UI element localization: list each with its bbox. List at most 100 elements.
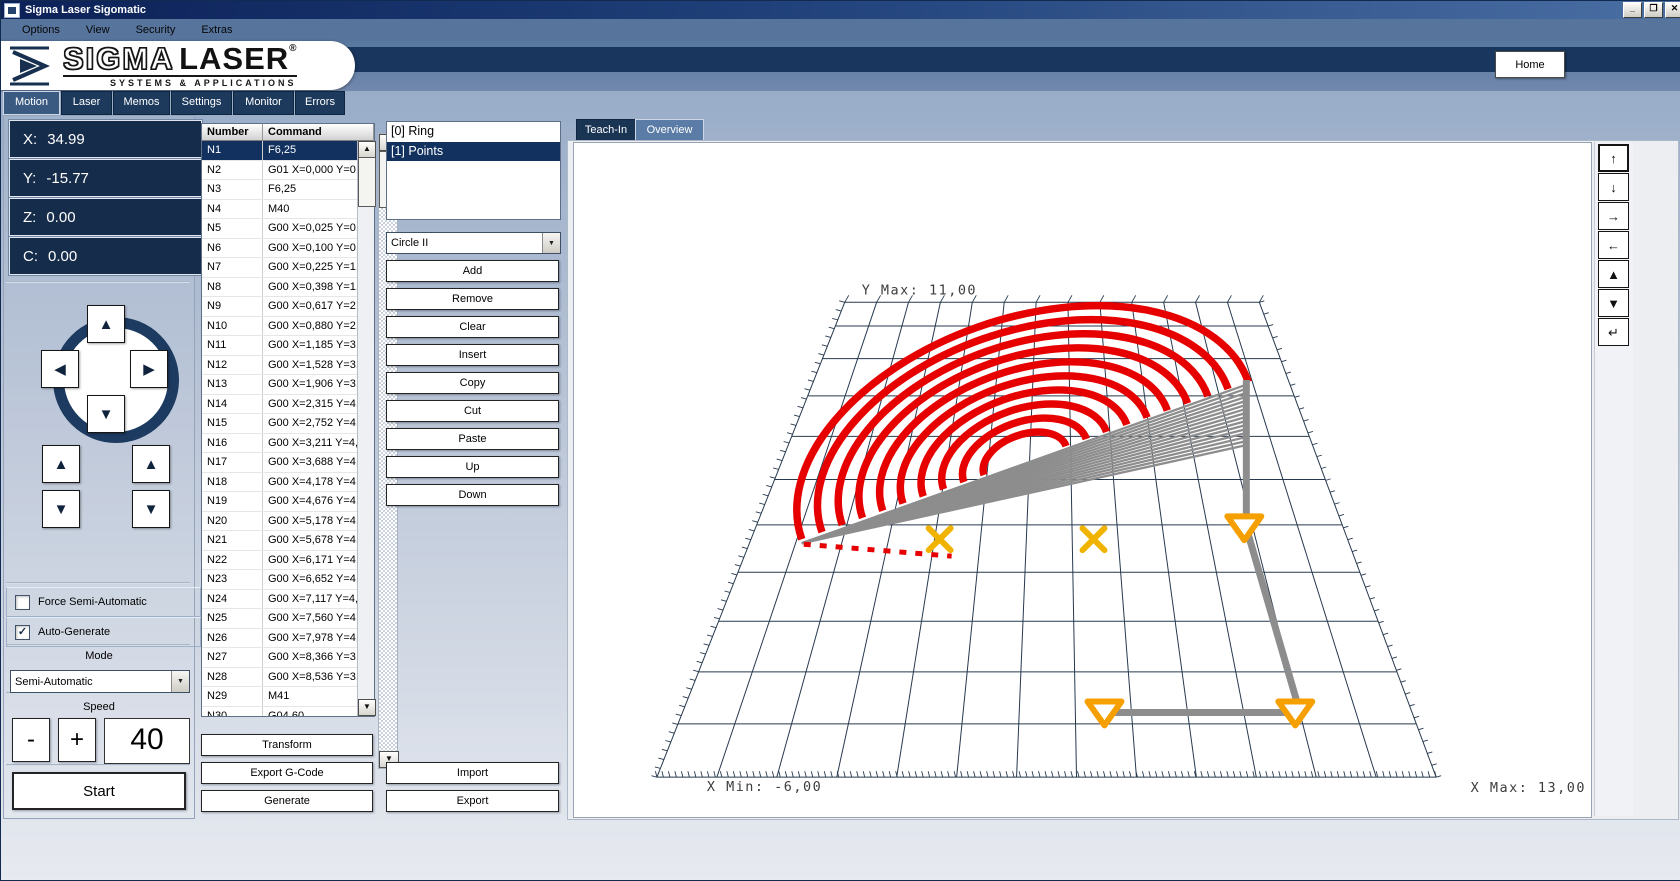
- table-row[interactable]: N30G04 60: [202, 707, 358, 717]
- table-row[interactable]: N4M40: [202, 200, 358, 220]
- column-header-number[interactable]: Number: [202, 124, 263, 141]
- table-row[interactable]: N1F6,25: [202, 141, 358, 161]
- minimize-button[interactable]: _: [1623, 2, 1642, 18]
- table-row[interactable]: N8G00 X=0,398 Y=1,9...: [202, 278, 358, 298]
- table-row[interactable]: N10G00 X=0,880 Y=2,8...: [202, 317, 358, 337]
- table-row[interactable]: N23G00 X=6,652 Y=4,7...: [202, 570, 358, 590]
- transform-button[interactable]: Transform: [201, 734, 373, 756]
- table-row[interactable]: N16G00 X=3,211 Y=4,6...: [202, 434, 358, 454]
- table-row[interactable]: N29M41: [202, 687, 358, 707]
- table-row[interactable]: N3F6,25: [202, 180, 358, 200]
- arrow-right-button[interactable]: →: [1598, 202, 1629, 230]
- menu-options[interactable]: Options: [9, 21, 73, 39]
- gcode-scrollbar[interactable]: ▲ ▼: [357, 141, 374, 716]
- copy-button[interactable]: Copy: [386, 372, 559, 394]
- close-button[interactable]: ✕: [1665, 2, 1680, 18]
- table-row[interactable]: N20G00 X=5,178 Y=4,9...: [202, 512, 358, 532]
- speed-increase-button[interactable]: +: [58, 718, 96, 762]
- start-button[interactable]: Start: [12, 772, 186, 810]
- arrow-left-button[interactable]: ←: [1598, 231, 1629, 259]
- clear-button[interactable]: Clear: [386, 316, 559, 338]
- menu-security[interactable]: Security: [123, 21, 189, 39]
- cell-command: G00 X=5,178 Y=4,9...: [263, 512, 358, 531]
- home-button[interactable]: Home: [1495, 51, 1565, 78]
- add-button[interactable]: Add: [386, 260, 559, 282]
- table-row[interactable]: N7G00 X=0,225 Y=1,4...: [202, 258, 358, 278]
- insert-button[interactable]: Insert: [386, 344, 559, 366]
- table-row[interactable]: N15G00 X=2,752 Y=4,4...: [202, 414, 358, 434]
- table-row[interactable]: N25G00 X=7,560 Y=4,2...: [202, 609, 358, 629]
- axis-c-down-button[interactable]: ▼: [132, 490, 170, 528]
- table-row[interactable]: N2G01 X=0,000 Y=0,0...: [202, 161, 358, 181]
- menu-view[interactable]: View: [73, 21, 123, 39]
- speed-decrease-button[interactable]: -: [12, 718, 50, 762]
- table-row[interactable]: N19G00 X=4,676 Y=4,9...: [202, 492, 358, 512]
- cut-button[interactable]: Cut: [386, 400, 559, 422]
- teachin-canvas[interactable]: Y Max: 11,00X Min: -6,00X Max: 13,00: [573, 142, 1592, 818]
- jog-left-button[interactable]: ◀: [41, 350, 79, 388]
- dropdown-arrow-icon[interactable]: ▼: [171, 671, 189, 692]
- jog-right-button[interactable]: ▶: [130, 350, 168, 388]
- viewport-tab-teach-in[interactable]: Teach-In: [576, 119, 636, 142]
- tab-memos[interactable]: Memos: [113, 91, 170, 115]
- arrow-up-button[interactable]: ↑: [1598, 144, 1629, 172]
- list-item[interactable]: [1] Points: [387, 142, 560, 162]
- triangle-up-button[interactable]: ▲: [1598, 260, 1629, 288]
- mode-select[interactable]: Semi-Automatic ▼: [10, 670, 190, 693]
- dropdown-arrow-icon[interactable]: ▼: [542, 233, 560, 253]
- export-g-code-button[interactable]: Export G-Code: [201, 762, 373, 784]
- force-semi-automatic-checkbox[interactable]: [15, 595, 30, 610]
- axis-z-down-button[interactable]: ▼: [42, 490, 80, 528]
- table-row[interactable]: N17G00 X=3,688 Y=4,8...: [202, 453, 358, 473]
- export-button[interactable]: Export: [386, 790, 559, 812]
- panel-scrollbar[interactable]: ▲ ▼: [378, 133, 398, 769]
- scroll-down-icon[interactable]: ▼: [358, 699, 376, 716]
- table-row[interactable]: N27G00 X=8,366 Y=3,6...: [202, 648, 358, 668]
- table-row[interactable]: N13G00 X=1,906 Y=3,9...: [202, 375, 358, 395]
- main-tab-bar: MotionLaserMemosSettingsMonitorErrors: [3, 91, 345, 113]
- generate-button[interactable]: Generate: [201, 790, 373, 812]
- menu-extras[interactable]: Extras: [188, 21, 245, 39]
- cell-command: G00 X=1,906 Y=3,9...: [263, 375, 358, 394]
- table-row[interactable]: N24G00 X=7,117 Y=4,5...: [202, 590, 358, 610]
- tab-motion[interactable]: Motion: [3, 91, 60, 115]
- auto-generate-checkbox[interactable]: ✓: [15, 625, 30, 640]
- jog-down-button[interactable]: ▼: [87, 395, 125, 433]
- down-button[interactable]: Down: [386, 484, 559, 506]
- table-row[interactable]: N21G00 X=5,678 Y=4,9...: [202, 531, 358, 551]
- tab-settings[interactable]: Settings: [171, 91, 232, 115]
- up-button[interactable]: Up: [386, 456, 559, 478]
- shape-select[interactable]: Circle II ▼: [386, 232, 561, 254]
- table-row[interactable]: N9G00 X=0,617 Y=2,4...: [202, 297, 358, 317]
- table-row[interactable]: N18G00 X=4,178 Y=4,9...: [202, 473, 358, 493]
- jog-up-button[interactable]: ▲: [87, 305, 125, 343]
- table-row[interactable]: N12G00 X=1,528 Y=3,5...: [202, 356, 358, 376]
- paste-button[interactable]: Paste: [386, 428, 559, 450]
- tab-errors[interactable]: Errors: [295, 91, 345, 115]
- scroll-up-icon[interactable]: ▲: [358, 141, 376, 158]
- import-button[interactable]: Import: [386, 762, 559, 784]
- table-row[interactable]: N28G00 X=8,536 Y=3,5...: [202, 668, 358, 688]
- enter-button[interactable]: ↵: [1598, 318, 1629, 346]
- triangle-down-button[interactable]: ▼: [1598, 289, 1629, 317]
- axis-c-up-button[interactable]: ▲: [132, 445, 170, 483]
- tab-monitor[interactable]: Monitor: [233, 91, 294, 115]
- scrollbar-thumb[interactable]: [358, 157, 376, 207]
- table-row[interactable]: N5G00 X=0,025 Y=0,5...: [202, 219, 358, 239]
- cell-command: G00 X=0,617 Y=2,4...: [263, 297, 358, 316]
- table-row[interactable]: N14G00 X=2,315 Y=4,2...: [202, 395, 358, 415]
- column-header-command[interactable]: Command: [263, 124, 374, 141]
- list-item[interactable]: [0] Ring: [387, 122, 560, 142]
- table-row[interactable]: N26G00 X=7,978 Y=4,0...: [202, 629, 358, 649]
- axis-z-up-button[interactable]: ▲: [42, 445, 80, 483]
- tab-laser[interactable]: Laser: [61, 91, 112, 115]
- viewport-tab-overview[interactable]: Overview: [635, 119, 704, 142]
- restore-button[interactable]: ❐: [1644, 2, 1663, 18]
- shape-value: Circle II: [387, 237, 542, 249]
- mode-label: Mode: [4, 650, 194, 662]
- remove-button[interactable]: Remove: [386, 288, 559, 310]
- table-row[interactable]: N22G00 X=6,171 Y=4,8...: [202, 551, 358, 571]
- table-row[interactable]: N11G00 X=1,185 Y=3,2...: [202, 336, 358, 356]
- table-row[interactable]: N6G00 X=0,100 Y=0,9...: [202, 239, 358, 259]
- arrow-down-button[interactable]: ↓: [1598, 173, 1629, 201]
